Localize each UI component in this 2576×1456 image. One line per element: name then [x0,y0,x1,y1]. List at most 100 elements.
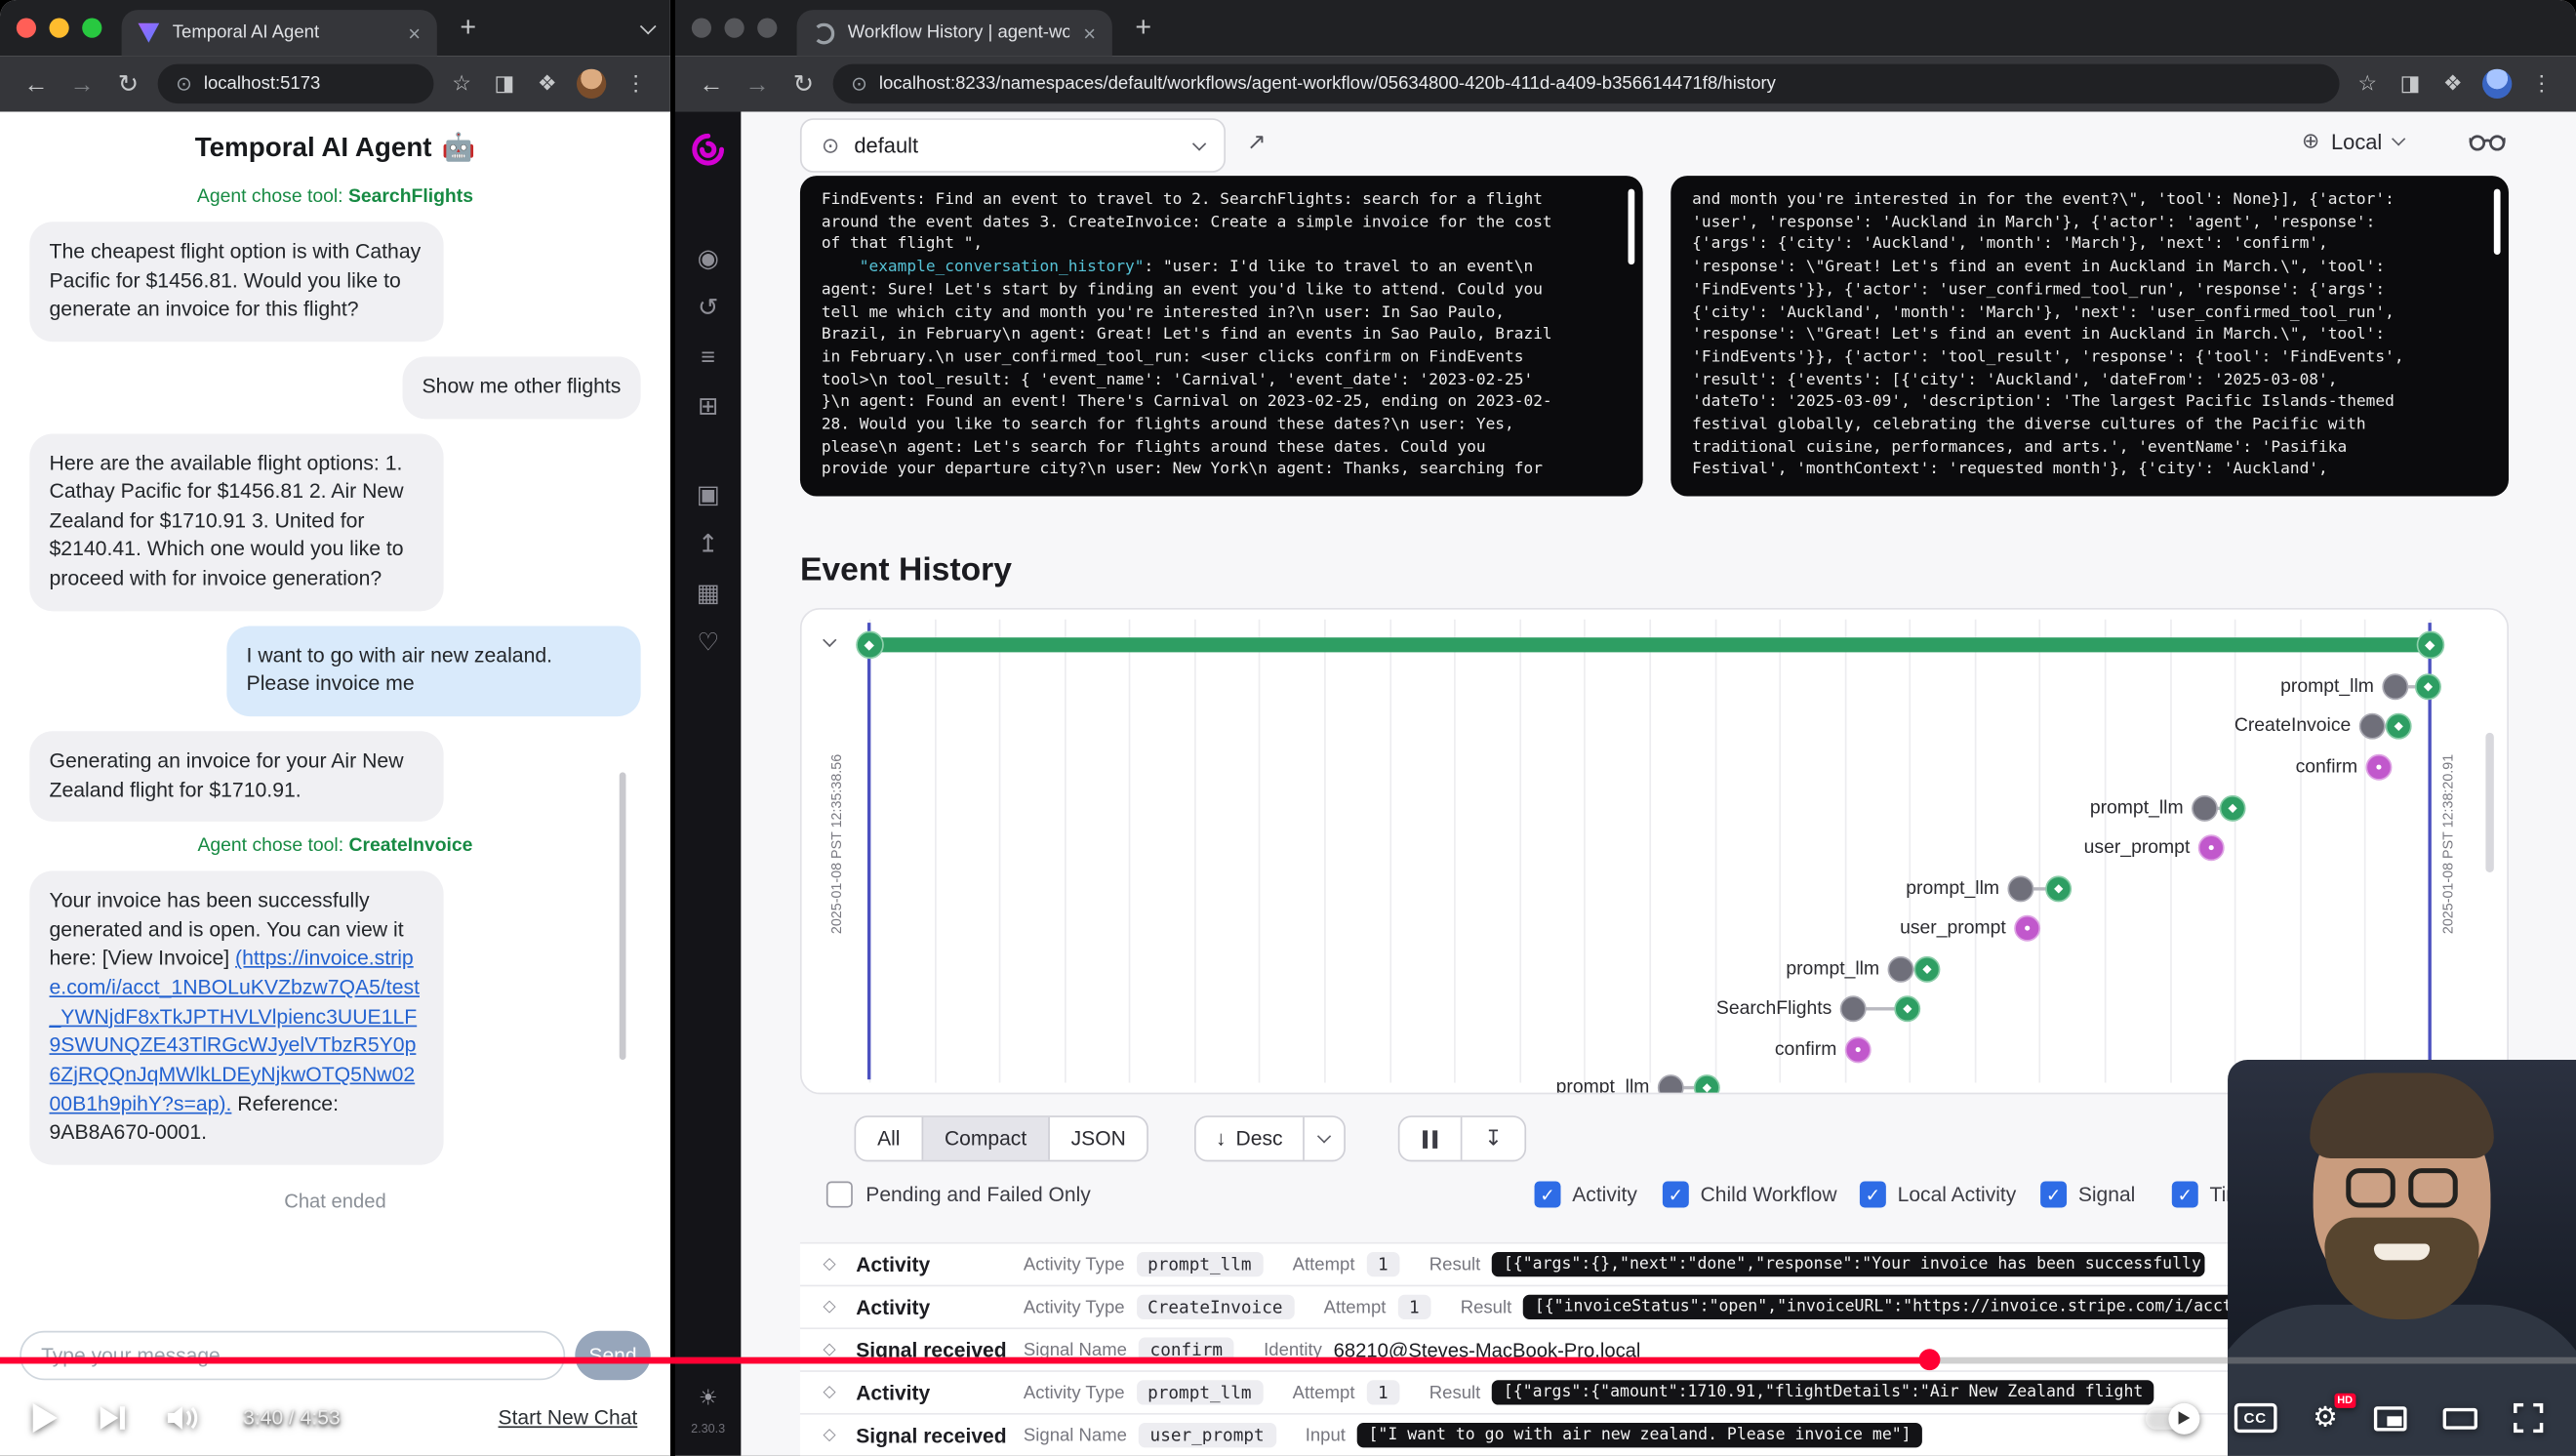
reload-icon[interactable]: ↻ [781,69,826,99]
browser-tab-temporal-ai-agent[interactable]: Temporal AI Agent × [122,10,437,56]
captions-button[interactable]: CC [2234,1403,2276,1433]
minimize-window-button[interactable] [50,19,69,38]
invoice-link[interactable]: (https://invoice.stripe.com/i/acct_1NBOL… [50,947,420,1114]
workflow-end-marker[interactable]: ◆ [2416,631,2444,660]
codec-icon[interactable]: ▣ [697,470,720,520]
archival-icon[interactable]: ⊞ [698,382,718,431]
bookmark-star-icon[interactable]: ☆ [2346,70,2389,97]
next-icon[interactable] [101,1406,125,1430]
expand-row-icon[interactable]: ◇ [824,1298,857,1316]
workflow-start-marker[interactable]: ◆ [855,631,883,660]
back-icon[interactable]: ← [688,70,734,99]
download-history-button[interactable]: ↧ [1462,1117,1524,1160]
panel-scrollbar[interactable] [2494,189,2501,255]
close-tab-icon[interactable]: × [408,20,421,45]
back-icon[interactable]: ← [13,70,59,99]
timeline-event-dot-neutral[interactable] [2007,875,2033,902]
profile-avatar[interactable] [577,69,606,99]
batch-icon[interactable]: ≡ [701,332,715,382]
view-tab-all[interactable]: All [856,1117,921,1160]
side-panel-icon[interactable]: ◨ [483,70,526,97]
cluster-select[interactable]: ⊕ Local [2302,128,2403,154]
extensions-icon[interactable]: ❖ [2432,70,2475,97]
timeline-event-dot-neutral[interactable] [1840,995,1867,1022]
tab-overflow-icon[interactable] [642,13,654,42]
bookmark-star-icon[interactable]: ☆ [440,70,483,97]
timeline-event-dot-success[interactable]: ◆ [2045,875,2072,902]
expand-row-icon[interactable]: ◇ [824,1255,857,1274]
timeline-event-dot-signal[interactable]: ● [1845,1036,1872,1063]
timeline-event-dot-success[interactable]: ◆ [1694,1074,1720,1094]
theater-mode-icon[interactable] [2443,1407,2477,1429]
workflow-input-panel[interactable]: FindEvents: Find an event to travel to 2… [800,176,1643,496]
address-bar[interactable]: ⊙ localhost:8233/namespaces/default/work… [833,64,2340,103]
workflow-result-panel[interactable]: and month you're interested in for the e… [1670,176,2509,496]
timeline-event-dot-neutral[interactable] [1888,956,1914,983]
filter-checkbox-local-activity[interactable]: ✓Local Activity [1860,1182,2016,1208]
timeline-event-dot-neutral[interactable] [2382,673,2408,700]
volume-icon[interactable] [168,1405,201,1432]
profile-avatar[interactable] [2482,69,2512,99]
open-in-new-icon[interactable]: ↗ [1247,128,1267,156]
site-info-icon[interactable]: ⊙ [176,72,192,96]
chat-scrollbar[interactable] [620,772,626,1060]
settings-gear-icon[interactable]: ⚙HD [2313,1401,2338,1435]
miniplayer-icon[interactable] [2374,1405,2407,1430]
timeline-event-dot-neutral[interactable] [1658,1074,1684,1094]
checkbox-checked[interactable]: ✓ [1860,1182,1886,1208]
close-tab-icon[interactable]: × [1083,20,1096,45]
checkbox-unchecked[interactable] [826,1182,853,1208]
forward-icon[interactable]: → [60,70,105,99]
filter-checkbox-pending-and-failed[interactable]: Pending and Failed Only [826,1182,1091,1208]
fullscreen-icon[interactable] [2514,1403,2543,1433]
expand-row-icon[interactable]: ◇ [824,1384,857,1402]
labs-glasses-icon[interactable] [2470,132,2506,153]
collapse-timeline-icon[interactable] [825,626,834,655]
autoplay-toggle[interactable] [2145,1407,2197,1429]
play-icon[interactable] [33,1403,58,1433]
checkbox-checked[interactable]: ✓ [2040,1182,2067,1208]
message-input[interactable] [20,1331,565,1381]
filter-checkbox-activity[interactable]: ✓Activity [1535,1182,1637,1208]
timeline-event-dot-signal[interactable]: ● [2365,754,2392,781]
side-panel-icon[interactable]: ◨ [2389,70,2432,97]
close-window-button[interactable] [692,19,711,38]
namespace-select[interactable]: ⊙ default [800,118,1226,173]
close-window-button[interactable] [17,19,36,38]
timeline-event-dot-neutral[interactable] [2192,795,2218,822]
minimize-window-button[interactable] [724,19,744,38]
zoom-window-button[interactable] [757,19,777,38]
expand-row-icon[interactable]: ◇ [824,1426,857,1444]
timeline-event-dot-success[interactable]: ◆ [2415,673,2441,700]
gallery-icon[interactable]: ▦ [697,569,720,619]
workflows-icon[interactable]: ◉ [698,233,719,283]
temporal-logo[interactable] [690,132,726,168]
address-bar[interactable]: ⊙ localhost:5173 [158,64,434,103]
view-tab-compact[interactable]: Compact [921,1117,1049,1160]
browser-tab-workflow-history[interactable]: Workflow History | agent-wor × [797,10,1112,56]
video-progress-played[interactable] [0,1357,1930,1363]
new-tab-button[interactable]: + [460,12,476,45]
view-tab-json[interactable]: JSON [1050,1117,1147,1160]
panel-scrollbar[interactable] [1629,189,1635,264]
site-info-icon[interactable]: ⊙ [851,72,867,96]
sort-order-button[interactable]: ↓ Desc [1194,1115,1345,1161]
browser-menu-icon[interactable]: ⋮ [615,70,658,97]
expand-row-icon[interactable]: ◇ [824,1341,857,1359]
start-new-chat-link[interactable]: Start New Chat [499,1406,638,1430]
video-scrubber-handle[interactable] [1919,1349,1941,1370]
filter-checkbox-signal[interactable]: ✓Signal [2040,1182,2135,1208]
timeline-event-dot-neutral[interactable] [2359,713,2386,740]
zoom-window-button[interactable] [82,19,101,38]
timeline-event-dot-success[interactable]: ◆ [1913,956,1940,983]
checkbox-checked[interactable]: ✓ [1535,1182,1561,1208]
timeline-event-dot-signal[interactable]: ● [2198,834,2225,861]
sort-chevron[interactable] [1303,1117,1344,1160]
new-tab-button[interactable]: + [1135,12,1151,45]
import-icon[interactable]: ↥ [698,519,718,569]
forward-icon[interactable]: → [735,70,781,99]
checkbox-checked[interactable]: ✓ [1663,1182,1689,1208]
timeline-event-dot-signal[interactable]: ● [2014,915,2040,942]
timeline-event-dot-success[interactable]: ◆ [1894,995,1920,1022]
pause-button[interactable] [1399,1117,1462,1160]
